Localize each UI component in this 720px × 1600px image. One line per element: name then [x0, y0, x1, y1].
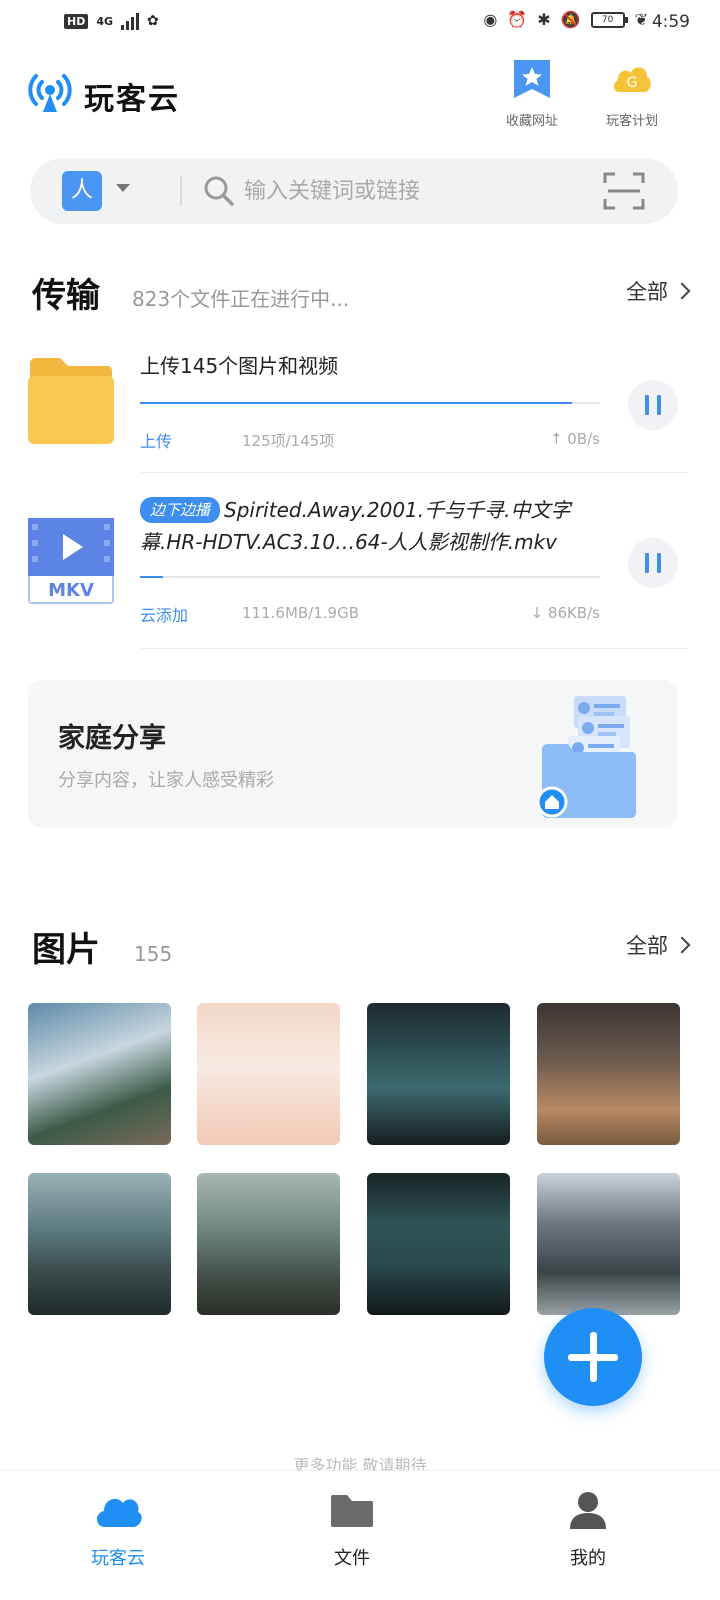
status-bar: HD 4G ✿ ◉ ⏰ ✱ 🔕 70 ❦ 4:59: [0, 0, 720, 50]
nav-item-files[interactable]: 文件: [292, 1489, 412, 1570]
signal-tower-logo-icon: [28, 74, 72, 112]
leaf-icon: ❦: [634, 10, 648, 29]
transfer-all-link[interactable]: 全部: [626, 276, 691, 306]
divider: [140, 648, 688, 649]
family-share-card[interactable]: 家庭分享 分享内容，让家人感受精彩: [28, 680, 678, 828]
speed-value: 0B/s: [567, 430, 600, 448]
chevron-right-icon: [673, 282, 691, 300]
photo-thumbnail[interactable]: [537, 1003, 680, 1145]
chevron-right-icon: [673, 936, 691, 954]
divider: [140, 472, 688, 473]
pause-button[interactable]: [628, 538, 678, 588]
svg-text:G: G: [627, 75, 638, 91]
progress-bar: [140, 402, 600, 404]
transfer-type: 上传: [140, 432, 173, 451]
nav-label: 我的: [570, 1548, 606, 1569]
transfer-title: 传输: [32, 276, 100, 316]
divider: [180, 176, 182, 206]
family-share-title: 家庭分享: [58, 723, 166, 754]
photo-thumbnail[interactable]: [367, 1003, 510, 1145]
bottom-nav: 玩客云 文件 我的: [0, 1470, 720, 1600]
pictures-section-header: 图片 155 全部: [32, 922, 691, 972]
photo-thumbnail[interactable]: [367, 1173, 510, 1315]
transfer-size: 125项/145项: [242, 432, 335, 450]
transfer-name: 上传145个图片和视频: [140, 354, 339, 378]
account-avatar[interactable]: 人: [62, 171, 102, 211]
transfer-speed: ↑ 0B/s: [549, 430, 600, 448]
plus-icon: [590, 1332, 597, 1382]
cloud-icon: [96, 1498, 142, 1527]
nav-item-home[interactable]: 玩客云: [58, 1489, 178, 1570]
scan-icon[interactable]: [602, 170, 646, 212]
pictures-count: 155: [134, 942, 173, 966]
all-label: 全部: [626, 280, 668, 304]
progress-fill: [140, 576, 163, 578]
search-input[interactable]: [244, 172, 614, 210]
all-label: 全部: [626, 934, 668, 958]
favorites-button[interactable]: 收藏网址: [494, 58, 570, 129]
progress-bar: [140, 576, 600, 578]
transfer-item[interactable]: MKV 边下边播 Spirited.Away.2001.千与千寻.中文字幕.HR-…: [28, 492, 688, 632]
favorites-label: 收藏网址: [505, 114, 558, 129]
folder-icon: [331, 1495, 373, 1527]
photo-thumbnail[interactable]: [537, 1173, 680, 1315]
photo-thumbnail[interactable]: [197, 1173, 340, 1315]
search-bar: 人: [30, 158, 678, 224]
transfer-section-header: 传输 823个文件正在进行中... 全部: [32, 268, 691, 318]
nav-label: 文件: [334, 1548, 370, 1569]
chevron-down-icon[interactable]: [116, 184, 130, 192]
transfer-item[interactable]: 上传145个图片和视频 上传 125项/145项 ↑ 0B/s: [28, 350, 688, 470]
coin-cloud-icon: G: [613, 67, 651, 92]
photo-thumbnail[interactable]: [197, 1003, 340, 1145]
pictures-title: 图片: [32, 930, 100, 970]
hd-indicator: HD: [64, 13, 89, 29]
add-button[interactable]: [544, 1308, 642, 1406]
clock: 4:59: [651, 12, 690, 32]
user-icon: [570, 1492, 606, 1529]
transfer-subtitle: 823个文件正在进行中...: [132, 287, 350, 311]
transfer-name: 边下边播 Spirited.Away.2001.千与千寻.中文字幕.HR-HDTV…: [140, 494, 600, 558]
leaf-icon: ✿: [147, 13, 159, 29]
photo-thumbnail[interactable]: [28, 1003, 171, 1145]
plan-label: 玩客计划: [605, 114, 658, 129]
bookmark-star-icon: [514, 60, 550, 98]
transfer-size: 111.6MB/1.9GB: [242, 604, 359, 622]
photo-thumbnail[interactable]: [28, 1173, 171, 1315]
folder-icon: [28, 358, 114, 444]
battery-icon: 70: [590, 11, 628, 28]
family-share-subtitle: 分享内容，让家人感受精彩: [58, 770, 274, 791]
mkv-video-icon: MKV: [28, 518, 114, 604]
app-header: 玩客云 收藏网址 G 玩客计划: [0, 52, 720, 132]
eye-icon: ◉: [483, 10, 498, 29]
speed-value: 86KB/s: [547, 604, 600, 622]
alarm-icon: ⏰: [507, 10, 528, 29]
nav-item-profile[interactable]: 我的: [528, 1489, 648, 1570]
nav-label: 玩客云: [91, 1548, 145, 1569]
transfer-type: 云添加: [140, 606, 189, 625]
pause-button[interactable]: [628, 380, 678, 430]
mute-icon: 🔕: [560, 10, 581, 29]
progress-fill: [140, 402, 573, 404]
bluetooth-icon: ✱: [537, 10, 551, 29]
app-title: 玩客云: [84, 82, 180, 117]
network-type: 4G: [96, 14, 114, 28]
transfer-speed: ↓ 86KB/s: [530, 604, 600, 622]
family-folder-illustration-icon: [538, 696, 636, 818]
signal-icon: [121, 12, 140, 30]
search-icon: [204, 176, 234, 206]
plan-button[interactable]: G 玩客计划: [594, 58, 670, 129]
stream-tag: 边下边播: [140, 497, 221, 523]
pictures-all-link[interactable]: 全部: [626, 930, 691, 960]
mkv-label: MKV: [48, 580, 94, 601]
